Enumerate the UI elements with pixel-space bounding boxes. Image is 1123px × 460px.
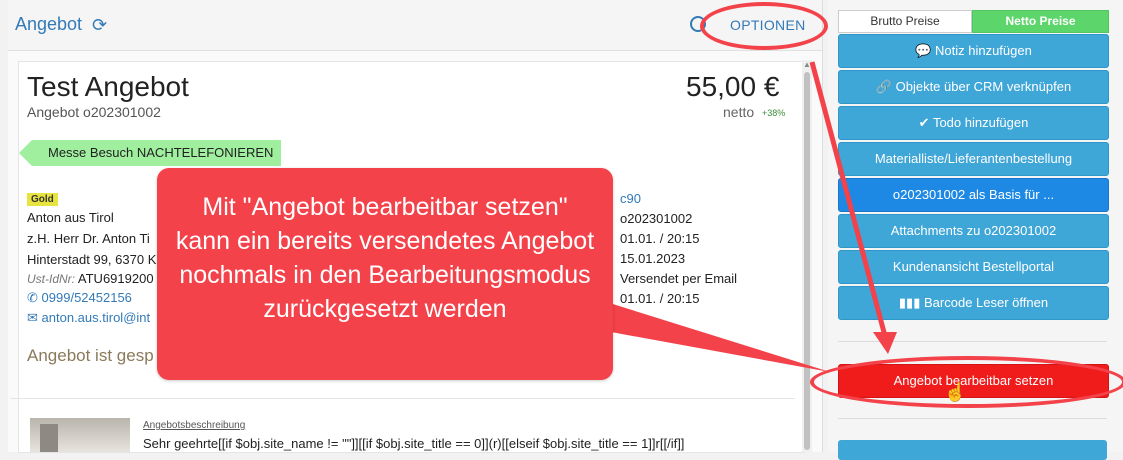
ust-row: Ust-IdNr: ATU6919200 <box>27 271 154 286</box>
phone-icon: ✆ <box>27 290 38 305</box>
customer-name: Anton aus Tirol <box>27 210 114 225</box>
offer-title: Test Angebot <box>27 71 189 102</box>
add-note-button[interactable]: 💬 Notiz hinzufügen <box>838 34 1109 68</box>
margin-percent: +38% <box>762 108 786 118</box>
sidebar-bottom-button[interactable] <box>838 440 1107 460</box>
description-label: Angebotsbeschreibung <box>143 420 246 431</box>
panel-title: Angebot <box>15 14 83 34</box>
offer-thumbnail <box>30 418 130 452</box>
offer-price: 55,00 € <box>686 71 780 102</box>
comment-icon: 💬 <box>915 43 932 58</box>
options-highlight-ring <box>700 2 828 50</box>
barcode-button[interactable]: ▮▮▮ Barcode Leser öffnen <box>838 286 1109 320</box>
divider <box>10 398 795 399</box>
right-info-date: 01.01. / 20:15 <box>620 231 700 246</box>
barcode-label: Barcode Leser öffnen <box>924 295 1049 310</box>
phone-number[interactable]: 0999/52452156 <box>42 290 132 305</box>
right-info-number: o202301002 <box>620 211 693 226</box>
base-for-button[interactable]: o202301002 als Basis für ... <box>838 178 1109 212</box>
add-todo-label: Todo hinzufügen <box>932 115 1029 130</box>
customer-portal-button[interactable]: Kundenansicht Bestellportal <box>838 250 1109 284</box>
offer-number: Angebot o202301002 <box>27 104 161 120</box>
right-info-valid: 15.01.2023 <box>620 251 686 266</box>
brutto-toggle[interactable]: Brutto Preise <box>838 10 972 33</box>
phone-link[interactable]: ✆ 0999/52452156 <box>27 290 132 306</box>
hand-cursor-icon: ☝ <box>944 382 967 402</box>
attachments-button[interactable]: Attachments zu o202301002 <box>838 214 1109 248</box>
add-note-label: Notiz hinzufügen <box>934 43 1032 58</box>
sidebar-divider-2 <box>838 418 1107 419</box>
right-info-sent: Versendet per Email <box>620 271 738 286</box>
link-crm-label: Objekte über CRM verknüpfen <box>895 79 1072 94</box>
netto-toggle[interactable]: Netto Preise <box>972 10 1109 33</box>
refresh-icon[interactable]: ⟳ <box>92 15 107 36</box>
status-tag[interactable]: Messe Besuch NACHTELEFONIEREN <box>18 140 282 166</box>
check-icon: ✔ <box>918 115 930 130</box>
customer-address: Hinterstadt 99, 6370 K <box>27 252 157 267</box>
email-address[interactable]: anton.aus.tirol@int <box>42 310 151 325</box>
barcode-icon: ▮▮▮ <box>898 295 921 310</box>
right-info-link[interactable]: c90 <box>620 191 641 206</box>
sidebar-divider <box>838 341 1107 342</box>
link-crm-button[interactable]: 🔗 Objekte über CRM verknüpfen <box>838 70 1109 104</box>
add-todo-button[interactable]: ✔ Todo hinzufügen <box>838 106 1109 140</box>
scroll-up-arrow-icon[interactable]: ▲ <box>802 60 812 70</box>
customer-contact: z.H. Herr Dr. Anton Ti <box>27 231 150 246</box>
scrollbar-thumb[interactable] <box>804 72 810 450</box>
email-link[interactable]: ✉ anton.aus.tirol@int <box>27 310 150 326</box>
customer-level-badge: Gold <box>27 193 58 206</box>
edit-button-highlight-ring <box>810 356 1123 408</box>
netto-label: netto <box>723 104 755 120</box>
lock-status: Angebot ist gesp <box>27 346 154 365</box>
material-list-button[interactable]: Materialliste/Lieferantenbestellung <box>838 142 1109 176</box>
envelope-icon: ✉ <box>27 310 38 325</box>
right-info-sent-date: 01.01. / 20:15 <box>620 291 700 306</box>
description-text: Sehr geehrte[[if $obj.site_name != ""]][… <box>143 436 685 451</box>
link-icon: 🔗 <box>875 79 892 94</box>
ust-value: ATU6919200 <box>77 271 154 286</box>
ust-label: Ust-IdNr: <box>27 272 75 286</box>
callout-text: Mit "Angebot bearbeitbar setzen" kann ei… <box>175 193 595 323</box>
